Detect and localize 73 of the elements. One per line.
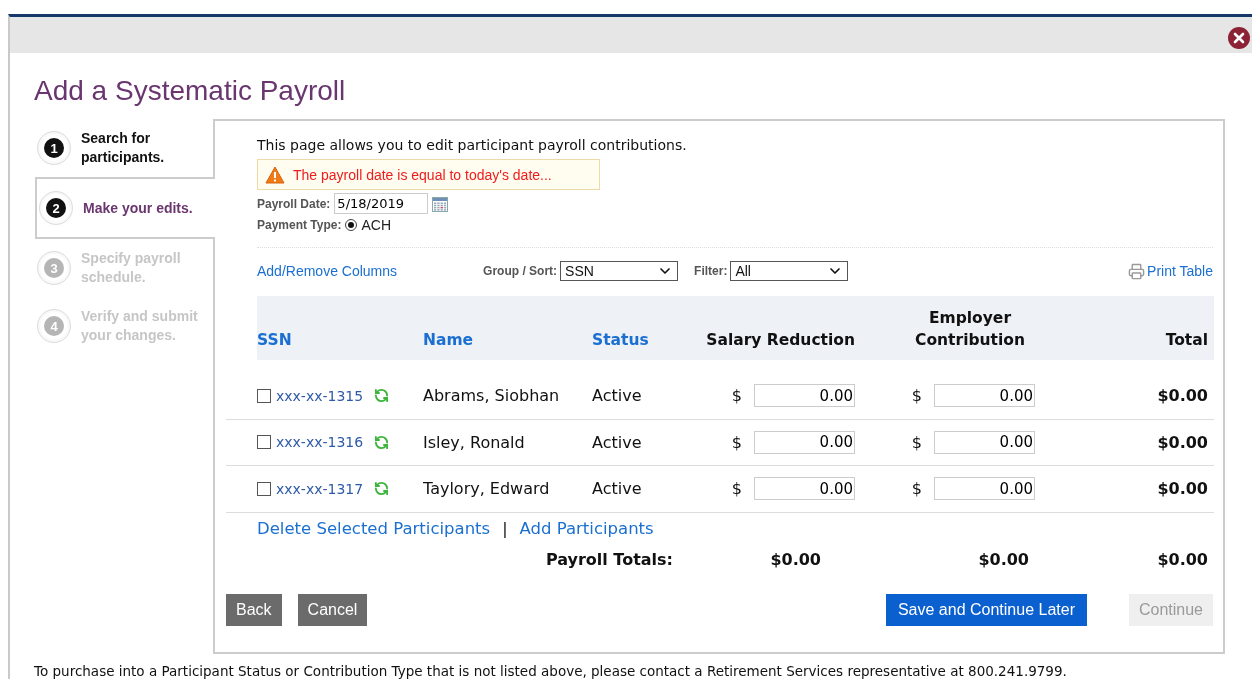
secondary-button[interactable]: Cancel [297,593,368,626]
step-number-badge: 1 [37,131,71,165]
name-cell-text: Taylory, Edward [423,479,551,499]
name-cell-text: Abrams, Siobhan [423,386,561,406]
column-header: Salary Reduction [705,330,855,351]
refresh-icon[interactable] [374,434,390,450]
currency-symbol: $ [731,432,742,452]
total-cell: $0.00 [1157,479,1208,499]
filter-select[interactable]: All [730,261,849,281]
amount-field[interactable]: 0.00 [934,384,1035,408]
column-header[interactable]: Name [423,329,592,351]
column-header: Total [1164,330,1208,351]
step-label: Verify and submit your changes. [81,307,199,345]
currency-symbol: $ [731,479,742,499]
status-cell-text: Active [592,386,643,406]
primary-button[interactable]: Save and Continue Later [885,593,1087,626]
link-separator: | [502,518,508,538]
field-label: Payment Type: [257,218,342,232]
add-participants-link[interactable]: Add Participants [519,518,654,538]
total-cell: $0.00 [1157,432,1208,452]
refresh-icon[interactable] [374,481,390,497]
step-label: Make your edits. [83,198,194,218]
date-field[interactable]: 5/18/2019 [334,193,429,214]
warning-icon [265,165,285,184]
ssn-link[interactable]: xxx-xx-1315 [276,387,364,404]
ssn-link[interactable]: xxx-xx-1316 [276,434,364,451]
name-cell-text: Isley, Ronald [423,432,526,452]
current-step-tab[interactable]: 2 Make your edits. [35,177,215,239]
amount-field[interactable]: 0.00 [934,430,1035,454]
step-number-badge: 3 [37,251,71,285]
column-header: Employer Contribution [914,308,1026,351]
total-value: $0.00 [770,549,821,569]
field-label: Group / Sort: [483,264,558,278]
row-checkbox[interactable] [257,435,271,450]
status-cell-text: Active [592,479,643,499]
warning-text: The payroll date is equal to today's date... [293,166,552,183]
currency-symbol: $ [731,386,742,406]
step-label: Specify payroll schedule. [81,249,182,287]
radio-label: ACH [361,217,392,233]
currency-symbol: $ [911,479,922,499]
totals-label: Payroll Totals: [545,549,673,569]
step-number-badge: 4 [37,309,71,343]
column-header[interactable]: Status [592,329,685,351]
refresh-icon[interactable] [374,388,390,404]
group-sort-select[interactable]: SSN [560,261,679,281]
columns-link[interactable]: Add/Remove Columns [257,263,398,279]
footer-note: To purchase into a Participant Status or Contribution Type that is not listed above, please contact a Retirement Services representative at 800.241.9799. [34,663,1068,679]
amount-field[interactable]: 0.00 [754,477,855,501]
secondary-button[interactable]: Back [226,593,282,626]
calendar-icon[interactable] [432,195,449,212]
print-table-link[interactable]: Print Table [1147,263,1213,279]
amount-field[interactable]: 0.00 [934,477,1035,501]
total-cell: $0.00 [1157,386,1208,406]
total-value: $0.00 [1157,549,1208,569]
delete-participants-link[interactable]: Delete Selected Participants [257,518,491,538]
total-value: $0.00 [978,549,1029,569]
field-label: Payroll Date: [257,196,331,211]
field-label: Filter: [694,264,728,278]
printer-icon[interactable] [1128,262,1146,280]
step-label: Search for participants. [81,129,166,167]
ssn-link[interactable]: xxx-xx-1317 [276,480,364,497]
intro-text: This page allows you to edit participant payroll contributions. [257,137,688,153]
column-header[interactable]: SSN [257,329,423,351]
row-checkbox[interactable] [257,481,271,496]
dialog-title: Add a Systematic Payroll [34,75,347,107]
step-number-badge: 2 [39,191,73,225]
close-icon[interactable] [1228,27,1250,49]
status-cell-text: Active [592,432,643,452]
amount-field[interactable]: 0.00 [754,384,855,408]
currency-symbol: $ [911,386,922,406]
currency-symbol: $ [911,432,922,452]
row-checkbox[interactable] [257,388,271,403]
amount-field[interactable]: 0.00 [754,430,855,454]
